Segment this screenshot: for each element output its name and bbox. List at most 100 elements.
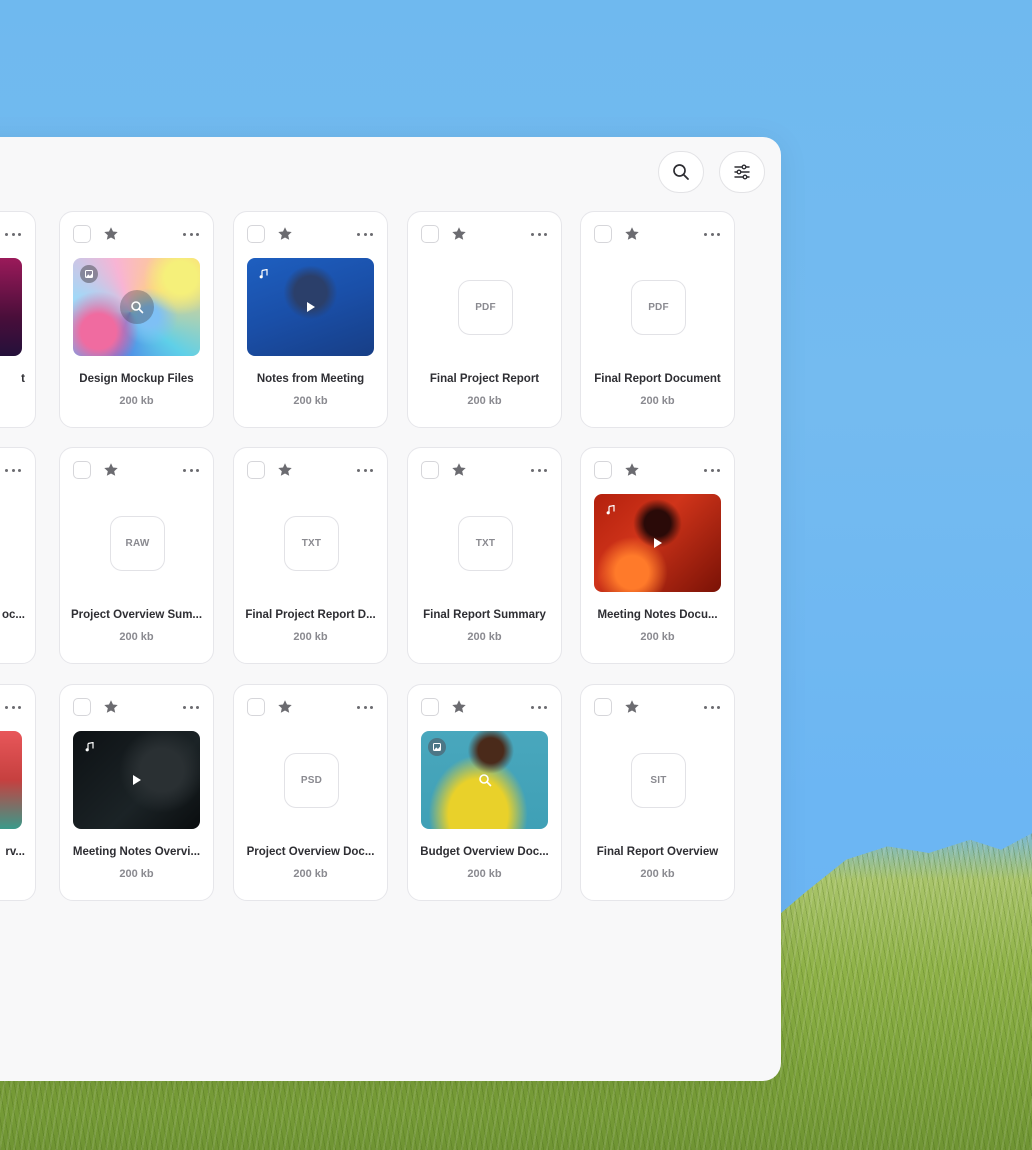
star-icon[interactable]: [277, 226, 293, 242]
file-card[interactable]: PSD Project Overview Doc... 200 kb: [233, 684, 388, 901]
select-checkbox[interactable]: [247, 225, 265, 243]
file-name: oc...: [1, 609, 25, 621]
select-checkbox[interactable]: [73, 225, 91, 243]
file-thumbnail: [594, 494, 721, 592]
file-name: Final Report Overview: [596, 846, 719, 858]
star-icon[interactable]: [451, 699, 467, 715]
file-card[interactable]: oc...: [0, 447, 36, 664]
more-options-icon[interactable]: [183, 699, 199, 715]
file-card[interactable]: Design Mockup Files 200 kb: [59, 211, 214, 428]
star-icon[interactable]: [624, 699, 640, 715]
star-icon[interactable]: [103, 462, 119, 478]
file-card[interactable]: Meeting Notes Docu... 200 kb: [580, 447, 735, 664]
file-thumbnail: [73, 731, 200, 829]
file-size: 200 kb: [293, 395, 328, 407]
file-card[interactable]: PDF Final Report Document 200 kb: [580, 211, 735, 428]
file-card[interactable]: SIT Final Report Overview 200 kb: [580, 684, 735, 901]
more-options-icon[interactable]: [5, 699, 21, 715]
file-type-icon: PDF: [631, 280, 686, 335]
file-card[interactable]: t: [0, 211, 36, 428]
file-type-icon: PDF: [458, 280, 513, 335]
file-name: Meeting Notes Overvi...: [72, 846, 201, 858]
file-name: Meeting Notes Docu...: [597, 609, 718, 621]
file-size: 200 kb: [293, 631, 328, 643]
file-name: Project Overview Doc...: [246, 846, 375, 858]
star-icon[interactable]: [277, 462, 293, 478]
play-icon[interactable]: [641, 526, 675, 560]
file-card[interactable]: rv...: [0, 684, 36, 901]
star-icon[interactable]: [277, 699, 293, 715]
search-icon: [673, 164, 689, 180]
file-card[interactable]: Notes from Meeting 200 kb: [233, 211, 388, 428]
preview-search-icon[interactable]: [468, 763, 502, 797]
file-card[interactable]: RAW Project Overview Sum... 200 kb: [59, 447, 214, 664]
select-checkbox[interactable]: [421, 461, 439, 479]
more-options-icon[interactable]: [531, 462, 547, 478]
file-card[interactable]: TXT Final Report Summary 200 kb: [407, 447, 562, 664]
file-card[interactable]: TXT Final Project Report D... 200 kb: [233, 447, 388, 664]
file-size: 200 kb: [640, 868, 675, 880]
search-button[interactable]: [658, 151, 704, 193]
file-size: 200 kb: [293, 868, 328, 880]
select-checkbox[interactable]: [247, 461, 265, 479]
more-options-icon[interactable]: [357, 462, 373, 478]
select-checkbox[interactable]: [421, 698, 439, 716]
more-options-icon[interactable]: [357, 699, 373, 715]
star-icon[interactable]: [451, 462, 467, 478]
file-name: Final Report Document: [594, 373, 721, 385]
file-name: Project Overview Sum...: [70, 609, 203, 621]
file-size: 200 kb: [119, 395, 154, 407]
more-options-icon[interactable]: [704, 699, 720, 715]
image-icon: [428, 738, 446, 756]
file-type-icon: RAW: [110, 516, 165, 571]
star-icon[interactable]: [624, 462, 640, 478]
file-card[interactable]: PDF Final Project Report 200 kb: [407, 211, 562, 428]
more-options-icon[interactable]: [5, 226, 21, 242]
more-options-icon[interactable]: [183, 462, 199, 478]
star-icon[interactable]: [451, 226, 467, 242]
select-checkbox[interactable]: [594, 225, 612, 243]
file-name: Final Project Report D...: [245, 609, 376, 621]
play-icon[interactable]: [294, 290, 328, 324]
file-size: 200 kb: [467, 631, 502, 643]
play-icon[interactable]: [120, 763, 154, 797]
select-checkbox[interactable]: [421, 225, 439, 243]
file-size: 200 kb: [119, 631, 154, 643]
more-options-icon[interactable]: [704, 462, 720, 478]
more-options-icon[interactable]: [531, 226, 547, 242]
filter-button[interactable]: [719, 151, 765, 193]
file-card[interactable]: Meeting Notes Overvi... 200 kb: [59, 684, 214, 901]
select-checkbox[interactable]: [594, 461, 612, 479]
file-size: 200 kb: [467, 868, 502, 880]
file-name: Notes from Meeting: [256, 373, 365, 385]
sliders-icon: [734, 164, 750, 180]
file-size: 200 kb: [467, 395, 502, 407]
select-checkbox[interactable]: [594, 698, 612, 716]
file-thumbnail: [0, 258, 22, 356]
preview-search-icon[interactable]: [119, 290, 154, 324]
music-icon: [254, 265, 272, 283]
more-options-icon[interactable]: [183, 226, 199, 242]
file-name: Final Project Report: [429, 373, 540, 385]
select-checkbox[interactable]: [247, 698, 265, 716]
file-card[interactable]: Budget Overview Doc... 200 kb: [407, 684, 562, 901]
file-size: 200 kb: [119, 868, 154, 880]
file-browser-panel: t Design Mockup Files 200 kb Notes from …: [0, 137, 781, 1081]
music-icon: [80, 738, 98, 756]
star-icon[interactable]: [103, 699, 119, 715]
file-type-icon: TXT: [458, 516, 513, 571]
select-checkbox[interactable]: [73, 461, 91, 479]
file-thumbnail: [421, 731, 548, 829]
image-icon: [80, 265, 98, 283]
more-options-icon[interactable]: [531, 699, 547, 715]
file-size: 200 kb: [640, 395, 675, 407]
file-size: 200 kb: [640, 631, 675, 643]
file-thumbnail: [0, 731, 22, 829]
star-icon[interactable]: [624, 226, 640, 242]
more-options-icon[interactable]: [5, 462, 21, 478]
select-checkbox[interactable]: [73, 698, 91, 716]
more-options-icon[interactable]: [357, 226, 373, 242]
file-type-icon: PSD: [284, 753, 339, 808]
star-icon[interactable]: [103, 226, 119, 242]
more-options-icon[interactable]: [704, 226, 720, 242]
